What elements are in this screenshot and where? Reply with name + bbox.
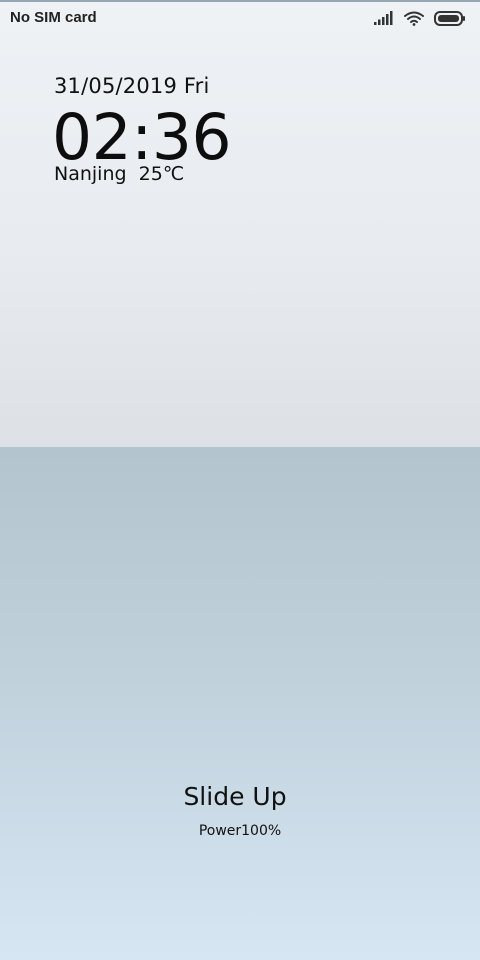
slide-up-prompt[interactable]: Slide Up bbox=[0, 782, 470, 811]
battery-icon bbox=[434, 10, 466, 26]
power-status: Power100% bbox=[198, 823, 282, 839]
wallpaper-bottom bbox=[0, 447, 480, 960]
weather-info: Nanjing 25℃ bbox=[54, 163, 185, 185]
carrier-label: No SIM card bbox=[10, 9, 97, 26]
lock-date: 31/05/2019 Fri bbox=[54, 74, 210, 98]
wifi-icon bbox=[404, 11, 424, 26]
lock-screen: No SIM card 31/05/2019 Fri 02:36 Nanjing… bbox=[0, 0, 480, 960]
status-bar: No SIM card bbox=[0, 2, 480, 32]
wallpaper-top bbox=[0, 0, 480, 447]
status-icons bbox=[374, 8, 466, 28]
signal-icon bbox=[374, 11, 394, 25]
